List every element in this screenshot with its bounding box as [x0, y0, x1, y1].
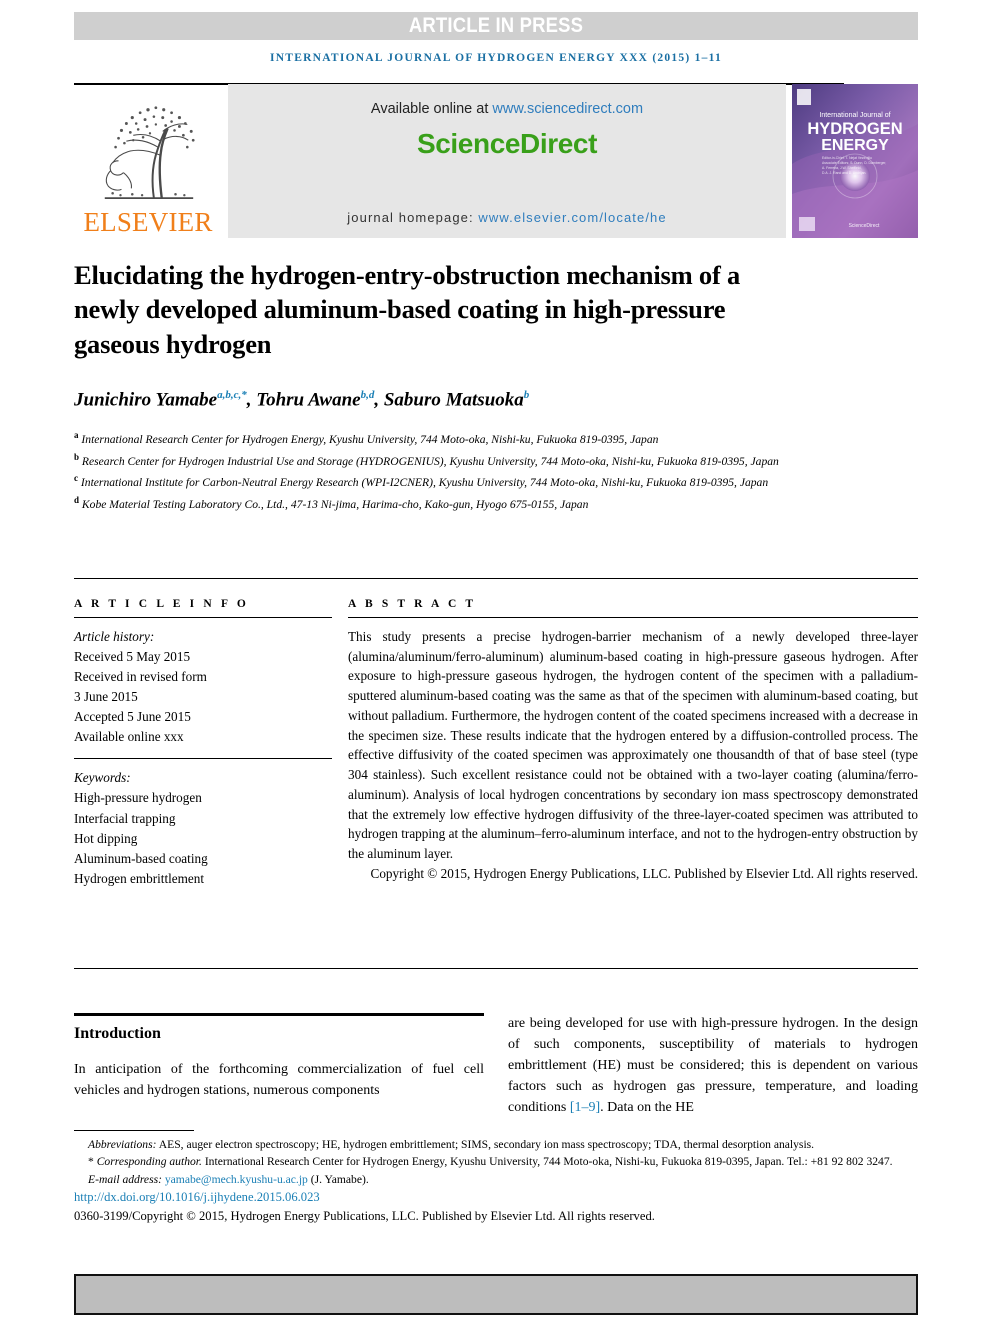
introduction-top-rule — [74, 1013, 484, 1016]
article-history-item: Accepted 5 June 2015 — [74, 709, 191, 725]
sciencedirect-wordmark: ScienceDirect — [416, 128, 597, 159]
elsevier-wordmark: ELSEVIER — [83, 207, 213, 237]
affiliation-mark: b — [74, 451, 80, 462]
email-label: E-mail address: — [88, 1172, 165, 1186]
affiliation-item: b Research Center for Hydrogen Industria… — [74, 450, 874, 472]
abstract-heading: A B S T R A C T — [348, 598, 477, 610]
doi-link[interactable]: http://dx.doi.org/10.1016/j.ijhydene.201… — [74, 1188, 920, 1207]
affiliation-item: a International Research Center for Hydr… — [74, 428, 874, 450]
abbreviations-label: Abbreviations: — [88, 1138, 157, 1151]
article-info-rule — [74, 617, 332, 618]
available-online-prefix: Available online at — [370, 101, 493, 117]
journal-homepage-prefix: journal homepage: — [347, 210, 479, 225]
body-column-left: Introduction In anticipation of the fort… — [74, 1020, 484, 1101]
corresponding-author-label: Corresponding author. — [96, 1155, 202, 1169]
affiliation-text: International Research Center for Hydrog… — [81, 432, 659, 446]
svg-text:ScienceDirect: ScienceDirect — [849, 223, 880, 229]
email-suffix: (J. Yamabe). — [307, 1172, 369, 1186]
author-name: Tohru Awane — [256, 389, 361, 411]
journal-homepage-link[interactable]: www.elsevier.com/locate/he — [478, 210, 666, 225]
keyword-item: Hydrogen embrittlement — [74, 870, 205, 886]
journal-cover-image: International Journal of HYDROGEN ENERGY… — [792, 84, 918, 238]
elsevier-logo: ELSEVIER — [74, 84, 222, 238]
bottom-placeholder-box — [74, 1274, 918, 1315]
author-affiliation-marks: b,d — [360, 389, 375, 401]
paper-title: Elucidating the hydrogen-entry-obstructi… — [74, 260, 741, 359]
affiliation-text: Research Center for Hydrogen Industrial … — [81, 454, 779, 468]
masthead: ELSEVIER Available online at www.science… — [74, 84, 918, 238]
keywords-title: Keywords: — [74, 770, 131, 786]
available-online-line: Available online at www.sciencedirect.co… — [228, 101, 786, 117]
keywords-divider-rule — [74, 758, 332, 760]
keyword-item: Aluminum-based coating — [74, 850, 208, 866]
article-in-press-banner: ARTICLE IN PRESS — [74, 12, 918, 40]
svg-text:A. Ferreira, J.W. Sheffield,: A. Ferreira, J.W. Sheffield, — [822, 166, 862, 170]
abstract-rule — [348, 617, 918, 618]
footnote-separator-rule — [74, 1130, 194, 1131]
introduction-paragraph-left: In anticipation of the forthcoming comme… — [74, 1062, 484, 1098]
email-footnote: E-mail address: yamabe@mech.kyushu-u.ac.… — [74, 1171, 920, 1188]
body-column-right: are being developed for use with high-pr… — [508, 1013, 918, 1118]
title-block: Elucidating the hydrogen-entry-obstructi… — [74, 258, 794, 361]
affiliation-mark: c — [74, 473, 78, 484]
affiliation-mark: d — [74, 494, 80, 505]
introduction-heading: Introduction — [74, 1025, 161, 1042]
abstract-text: This study presents a precise hydrogen-b… — [348, 629, 918, 862]
article-history-item: 3 June 2015 — [74, 689, 138, 705]
corresponding-author-marker: * — [88, 1155, 94, 1169]
article-history-block: Article history: Received 5 May 2015 Rec… — [74, 627, 332, 747]
intro-right-text-b: . Data on the HE — [600, 1100, 694, 1115]
sciencedirect-url-link[interactable]: www.sciencedirect.com — [492, 101, 643, 117]
running-head: INTERNATIONAL JOURNAL OF HYDROGEN ENERGY… — [270, 52, 722, 64]
article-history-item: Received 5 May 2015 — [74, 649, 191, 665]
issn-copyright-line: 0360-3199/Copyright © 2015, Hydrogen Ene… — [74, 1209, 655, 1224]
journal-homepage-line: journal homepage: www.elsevier.com/locat… — [228, 210, 786, 225]
info-section-top-rule — [74, 578, 918, 579]
corresponding-author-text: International Research Center for Hydrog… — [201, 1155, 893, 1169]
article-history-title: Article history: — [74, 629, 155, 644]
abbreviations-text: AES, auger electron spectroscopy; HE, hy… — [156, 1138, 815, 1151]
affiliation-mark: a — [74, 430, 79, 440]
svg-text:HYDROGEN: HYDROGEN — [807, 120, 902, 138]
abstract-bottom-rule — [74, 968, 918, 969]
author-name: Saburo Matsuoka — [383, 389, 524, 411]
footnotes-block: Abbreviations: AES, auger electron spect… — [74, 1136, 920, 1226]
affiliation-item: d Kobe Material Testing Laboratory Co., … — [74, 493, 874, 515]
keyword-item: High-pressure hydrogen — [74, 790, 202, 806]
corresponding-author-footnote: * Corresponding author. International Re… — [74, 1153, 920, 1170]
affiliation-text: International Institute for Carbon-Neutr… — [80, 476, 769, 490]
author-affiliation-marks: b — [523, 389, 530, 401]
affiliation-list: a International Research Center for Hydr… — [74, 428, 874, 515]
article-info-column: A R T I C L E I N F O Article history: R… — [74, 598, 332, 889]
article-in-press-label: ARTICLE IN PRESS — [408, 14, 584, 37]
abstract-copyright: Copyright © 2015, Hydrogen Energy Public… — [370, 865, 918, 881]
abbreviations-footnote: Abbreviations: AES, auger electron spect… — [74, 1136, 920, 1153]
svg-text:Associate Editors: S. Dunn, D.: Associate Editors: S. Dunn, D. Damberger… — [822, 161, 886, 165]
sciencedirect-panel: Available online at www.sciencedirect.co… — [228, 84, 786, 238]
article-info-heading: A R T I C L E I N F O — [74, 598, 249, 610]
introduction-paragraph-right: are being developed for use with high-pr… — [508, 1013, 918, 1118]
article-history-item: Available online xxx — [74, 729, 184, 745]
keywords-block: Keywords: High-pressure hydrogen Interfa… — [74, 768, 332, 888]
svg-text:ENERGY: ENERGY — [821, 137, 889, 154]
author-name: Junichiro Yamabe — [74, 389, 218, 411]
keyword-item: Hot dipping — [74, 830, 138, 846]
svg-text:International Journal of: International Journal of — [819, 112, 890, 119]
svg-text:D.A. J. Rand and D. Andrijan.: D.A. J. Rand and D. Andrijan. — [822, 171, 866, 175]
citation-reference-link[interactable]: [1–9] — [570, 1100, 600, 1115]
svg-text:Editor-in-Chief: T. Nejat Vezi: Editor-in-Chief: T. Nejat Veziroğlu — [822, 156, 872, 160]
email-address-link[interactable]: yamabe@mech.kyushu-u.ac.jp — [165, 1173, 308, 1186]
abstract-column: A B S T R A C T This study presents a pr… — [348, 598, 918, 884]
keyword-item: Interfacial trapping — [74, 810, 176, 826]
author-list: Junichiro Yamabea,b,c,*, Tohru Awaneb,d,… — [74, 389, 530, 411]
author-affiliation-marks: a,b,c,* — [217, 389, 247, 401]
elsevier-tree-icon — [89, 96, 207, 208]
affiliation-item: c International Institute for Carbon-Neu… — [74, 471, 874, 493]
article-history-item: Received in revised form — [74, 669, 207, 685]
affiliation-text: Kobe Material Testing Laboratory Co., Lt… — [81, 497, 589, 511]
